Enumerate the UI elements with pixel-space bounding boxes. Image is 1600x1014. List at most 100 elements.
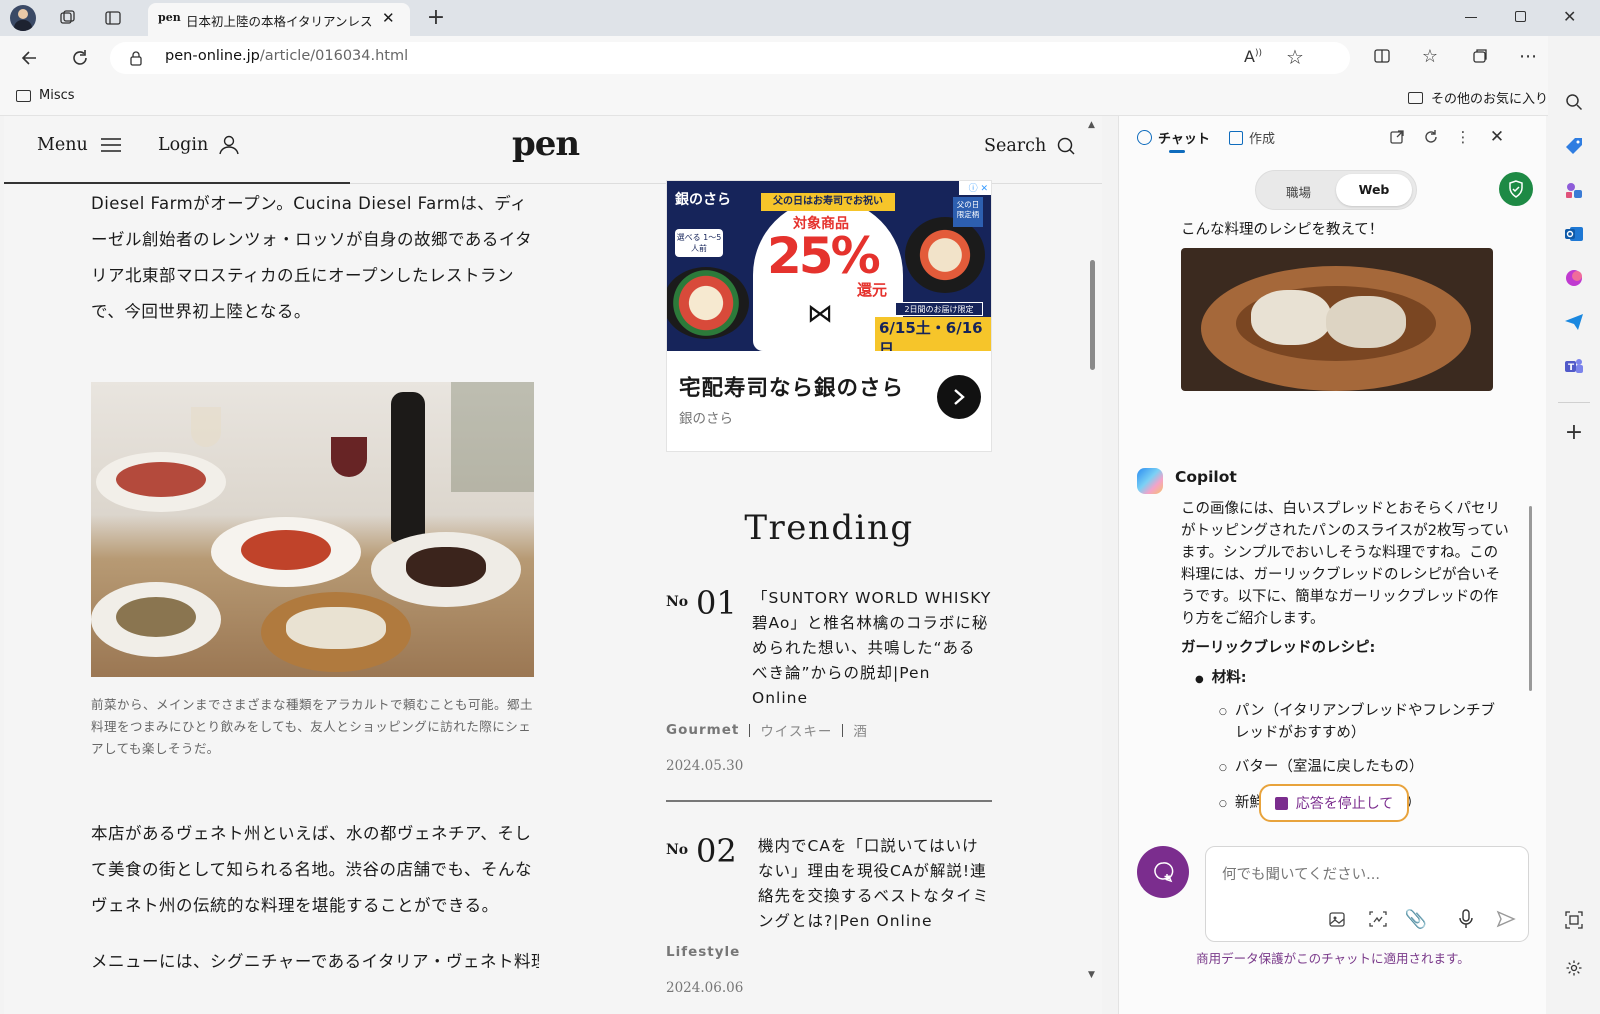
- settings-gear-icon[interactable]: [1562, 956, 1586, 980]
- photo-caption: 前菜から、メインまでさまざまな種類をアラカルトで頼むことも可能。郷土料理をつまみ…: [91, 697, 534, 756]
- tab-chat-label: チャット: [1158, 132, 1210, 147]
- tab-actions-icon[interactable]: [101, 6, 125, 30]
- trending-title[interactable]: 機内でCAを「口説いてはいけない」理由を現役CAが解説!連絡先を交換するベストな…: [758, 834, 990, 934]
- ad-advertiser: 銀のさら: [679, 411, 733, 427]
- trending-item-2[interactable]: No 02 機内でCAを「口説いてはいけない」理由を現役CAが解説!連絡先を交換…: [666, 828, 992, 1014]
- chat-tab-underline: [1169, 150, 1185, 153]
- refresh-chat-icon[interactable]: [1419, 125, 1443, 149]
- ad-arrow-button[interactable]: [937, 375, 981, 419]
- stop-label: 応答を停止して: [1295, 796, 1394, 812]
- ad-headline[interactable]: 宅配寿司なら銀のさら: [679, 371, 904, 402]
- chat-input-box[interactable]: 何でも聞いてください... 📎: [1205, 846, 1529, 942]
- hamburger-icon: [100, 137, 122, 153]
- bowtie-icon: ⋈: [807, 299, 833, 329]
- toggle-web[interactable]: Web: [1336, 174, 1412, 206]
- other-favorites-folder[interactable]: その他のお気に入り: [1408, 88, 1548, 107]
- recipe-title-text: ガーリックブレッドのレシピ: [1181, 640, 1370, 656]
- screenshot-icon[interactable]: [1366, 907, 1390, 931]
- trending-tag[interactable]: 酒: [853, 720, 868, 740]
- ad-choices-icon[interactable]: ⓘ ✕: [959, 181, 991, 195]
- ingredients-label-text: 材料: [1211, 670, 1241, 686]
- login-button[interactable]: Login: [158, 135, 240, 155]
- add-icon[interactable]: +: [1562, 420, 1586, 445]
- teams-icon[interactable]: T: [1562, 354, 1586, 378]
- article-paragraph-3: メニューには、シグニチャーであるイタリア・ヴェネト料理の名: [91, 952, 539, 971]
- refresh-icon[interactable]: [68, 46, 92, 70]
- games-icon[interactable]: [1562, 178, 1586, 202]
- trending-no-label: No: [666, 594, 689, 610]
- chevron-right-icon: [954, 389, 965, 405]
- scroll-thumb[interactable]: [1090, 260, 1095, 370]
- copilot-tab-compose[interactable]: 作成: [1229, 128, 1275, 147]
- outlook-icon[interactable]: [1562, 222, 1586, 246]
- svg-text:T: T: [1568, 363, 1575, 373]
- ad-banner[interactable]: 銀のさら 選べる 1〜5人前 父の日はお寿司でお祝い 対象商品 25% 還元 ⋈…: [666, 180, 992, 452]
- other-favorites-label: その他のお気に入り: [1431, 92, 1549, 107]
- tab-close-icon[interactable]: ✕: [382, 9, 395, 27]
- web-page: Menu Login pen Search Diesel Farmがオープン。C…: [4, 116, 1102, 1014]
- toggle-work[interactable]: 職場: [1286, 182, 1311, 201]
- scroll-up-arrow[interactable]: ▲: [1088, 120, 1095, 130]
- more-menu-icon[interactable]: ⋯: [1516, 44, 1540, 68]
- new-topic-button[interactable]: [1137, 846, 1189, 898]
- new-tab-icon[interactable]: +: [424, 5, 448, 30]
- microphone-icon[interactable]: [1454, 907, 1478, 931]
- shield-icon[interactable]: [1499, 172, 1533, 206]
- workspaces-icon[interactable]: [56, 6, 80, 30]
- trending-category[interactable]: Gourmet: [666, 722, 739, 738]
- active-tab[interactable]: pen 日本初上陸の本格イタリアンレストラ ✕: [148, 3, 410, 36]
- panel-more-icon[interactable]: ⋮: [1451, 125, 1475, 149]
- screen-capture-icon[interactable]: [1562, 908, 1586, 932]
- tab-bar: pen 日本初上陸の本格イタリアンレストラ ✕ + ✕: [0, 0, 1600, 36]
- user-icon: [218, 135, 240, 155]
- stop-response-button[interactable]: 応答を停止して: [1259, 784, 1409, 822]
- panel-close-icon[interactable]: ✕: [1485, 125, 1509, 149]
- ad-dates: 6/15土・6/16日: [875, 317, 991, 351]
- favorites-icon[interactable]: ☆: [1418, 44, 1442, 68]
- ad-sushi-left: [667, 267, 749, 339]
- stop-icon: [1274, 796, 1288, 810]
- split-screen-icon[interactable]: [1370, 44, 1394, 68]
- url-path: /article/016034.html: [259, 48, 409, 64]
- trending-heading: Trending: [744, 508, 914, 548]
- minimize-icon[interactable]: [1465, 17, 1477, 18]
- scroll-down-arrow[interactable]: ▼: [1088, 970, 1095, 980]
- send-paper-plane-icon[interactable]: [1562, 310, 1586, 334]
- close-window-icon[interactable]: ✕: [1563, 7, 1576, 26]
- site-logo[interactable]: pen: [512, 124, 580, 164]
- user-uploaded-image[interactable]: [1181, 248, 1493, 391]
- article-photo: [91, 382, 534, 677]
- profile-avatar[interactable]: [10, 5, 36, 31]
- trending-title[interactable]: 「SUNTORY WORLD WHISKY 碧Ao」と椎名林檎のコラボに秘められ…: [752, 586, 992, 711]
- trending-item-1[interactable]: No 01 「SUNTORY WORLD WHISKY 碧Ao」と椎名林檎のコラ…: [666, 580, 992, 802]
- search-button[interactable]: Search: [984, 136, 1076, 156]
- trending-tag[interactable]: ウイスキー: [760, 720, 832, 740]
- lock-icon[interactable]: [124, 46, 148, 70]
- ad-brand-logo: 銀のさら: [675, 192, 731, 208]
- send-icon[interactable]: [1494, 907, 1518, 931]
- read-aloud-icon[interactable]: A)): [1244, 47, 1262, 66]
- mode-toggle: 職場 Web: [1255, 170, 1417, 210]
- favorite-star-icon[interactable]: ☆: [1286, 45, 1304, 69]
- trending-category[interactable]: Lifestyle: [666, 944, 740, 960]
- article-paragraph-2: 本店があるヴェネト州といえば、水の都ヴェネチア、そして美食の街として知られる名地…: [91, 824, 533, 915]
- drop-icon[interactable]: [1562, 266, 1586, 290]
- open-in-new-icon[interactable]: [1385, 125, 1409, 149]
- recipe-title: ガーリックブレッドのレシピ:: [1181, 640, 1376, 656]
- attach-icon[interactable]: 📎: [1404, 907, 1428, 931]
- collections-icon[interactable]: [1468, 44, 1492, 68]
- search-icon[interactable]: [1562, 90, 1586, 114]
- page-scrollbar[interactable]: ▲ ▼: [1084, 116, 1100, 1014]
- back-icon[interactable]: [18, 46, 42, 70]
- menu-button[interactable]: Menu: [37, 135, 122, 155]
- copilot-tab-chat[interactable]: チャット: [1137, 128, 1210, 147]
- address-bar[interactable]: pen-online.jp/article/016034.html A)) ☆: [110, 42, 1350, 74]
- favorites-bar: Miscs その他のお気に入り: [0, 80, 1600, 116]
- restore-icon[interactable]: [1515, 11, 1526, 22]
- favorites-folder-miscs[interactable]: Miscs: [16, 88, 75, 103]
- shopping-tag-icon[interactable]: [1562, 134, 1586, 158]
- chat-scrollbar-thumb[interactable]: [1529, 506, 1532, 691]
- ad-image[interactable]: 銀のさら 選べる 1〜5人前 父の日はお寿司でお祝い 対象商品 25% 還元 ⋈…: [667, 181, 991, 351]
- menu-label: Menu: [37, 135, 88, 155]
- add-image-icon[interactable]: [1326, 907, 1350, 931]
